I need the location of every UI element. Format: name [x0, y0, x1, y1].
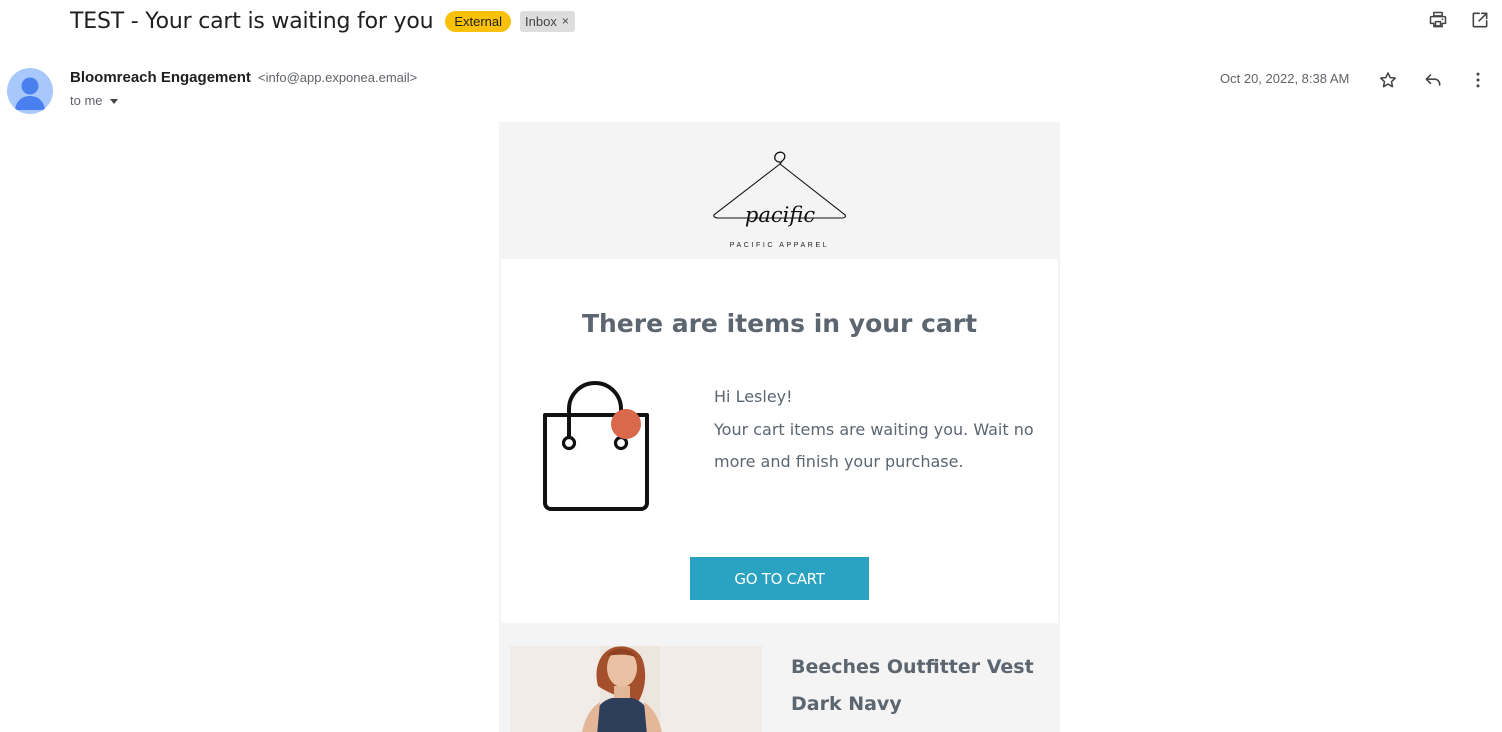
external-label: External — [445, 10, 512, 32]
shopping-bag-icon — [543, 381, 649, 511]
logo-script: pacific — [744, 203, 814, 227]
recipient-details-toggle[interactable]: to me — [70, 93, 118, 108]
chevron-down-icon — [109, 99, 118, 104]
inbox-label: Inbox × — [520, 10, 575, 32]
message-date: Oct 20, 2022, 8:38 AM — [1220, 71, 1350, 86]
message-actions — [1376, 68, 1490, 92]
more-vertical-icon[interactable] — [1466, 68, 1490, 92]
sender-email: <info@app.exponea.email> — [258, 70, 418, 85]
product-name[interactable]: Beeches Outfitter Vest Dark Navy — [791, 649, 1041, 723]
subject-row: TEST - Your cart is waiting for you Exte… — [70, 4, 575, 38]
star-icon[interactable] — [1376, 68, 1400, 92]
go-to-cart-button[interactable]: GO TO CART — [690, 557, 869, 600]
cart-message: Hi Lesley! Your cart items are waiting y… — [714, 381, 1034, 479]
logo-tagline: PACIFIC APPAREL — [729, 242, 830, 249]
email-body: pacific PACIFIC APPAREL There are items … — [499, 122, 1060, 732]
recipient-label: to me — [70, 93, 103, 108]
cart-heading: There are items in your cart — [581, 309, 978, 338]
sender-line: Bloomreach Engagement <info@app.exponea.… — [70, 69, 417, 86]
open-in-new-window-icon[interactable] — [1470, 8, 1490, 32]
sender-name[interactable]: Bloomreach Engagement — [70, 69, 251, 86]
remove-label-icon[interactable]: × — [562, 14, 569, 28]
hanger-logo-icon: pacific — [712, 151, 846, 227]
sender-avatar[interactable] — [7, 68, 53, 114]
inbox-label-text: Inbox — [525, 13, 557, 29]
greeting-text: Hi Lesley! — [714, 387, 793, 406]
cart-message-text: Your cart items are waiting you. Wait no… — [714, 419, 1034, 472]
cart-card: There are items in your cart Hi Lesley! … — [501, 259, 1058, 623]
print-icon[interactable] — [1428, 8, 1448, 32]
brand-logo[interactable]: pacific PACIFIC APPAREL — [499, 122, 1060, 259]
product-item: Beeches Outfitter Vest Dark Navy — [499, 623, 1060, 732]
product-image[interactable] — [510, 646, 762, 732]
top-toolbar — [1428, 8, 1490, 32]
reply-icon[interactable] — [1421, 68, 1445, 92]
email-subject: TEST - Your cart is waiting for you — [70, 8, 434, 34]
